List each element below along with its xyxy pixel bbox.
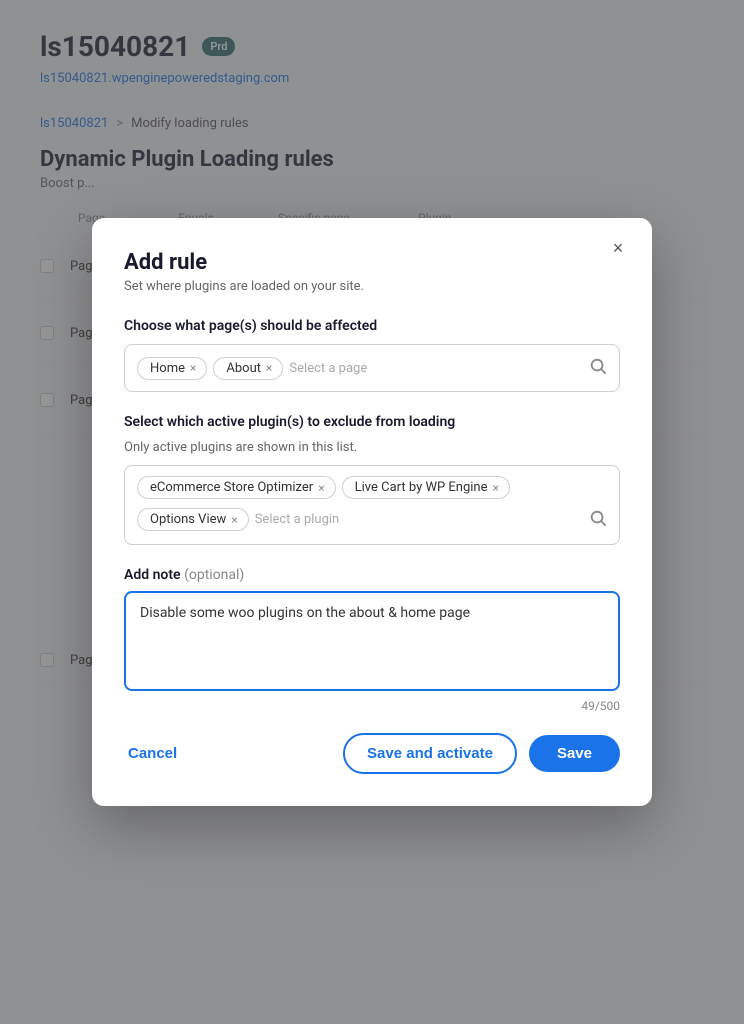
modal-title: Add rule <box>124 250 620 275</box>
modal-subtitle: Set where plugins are loaded on your sit… <box>124 279 620 294</box>
plugin-tag-options-remove[interactable]: × <box>231 514 237 526</box>
save-button[interactable]: Save <box>529 735 620 772</box>
char-count: 49/500 <box>124 699 620 713</box>
pages-search-icon[interactable] <box>589 357 607 379</box>
plugin-tag-options[interactable]: Options View × <box>137 508 249 531</box>
page-tag-about-label: About <box>226 361 261 376</box>
plugin-tag-ecommerce-label: eCommerce Store Optimizer <box>150 480 313 495</box>
page-tag-home[interactable]: Home × <box>137 357 207 380</box>
add-rule-modal: × Add rule Set where plugins are loaded … <box>92 218 652 806</box>
plugin-tags-row: eCommerce Store Optimizer × Live Cart by… <box>137 476 607 499</box>
plugin-tag-livecart-label: Live Cart by WP Engine <box>355 480 488 495</box>
plugin-tag-ecommerce-remove[interactable]: × <box>318 482 324 494</box>
plugin-search-row: Options View × Select a plugin <box>137 508 607 531</box>
plugin-tag-livecart-remove[interactable]: × <box>493 482 499 494</box>
note-optional-text: (optional) <box>184 567 244 583</box>
action-buttons: Save and activate Save <box>343 733 620 774</box>
modal-overlay: × Add rule Set where plugins are loaded … <box>0 0 744 1024</box>
pages-placeholder: Select a page <box>289 361 583 376</box>
note-section: Add note (optional) Disable some woo plu… <box>124 567 620 713</box>
modal-footer: Cancel Save and activate Save <box>124 733 620 774</box>
save-activate-button[interactable]: Save and activate <box>343 733 517 774</box>
pages-selector[interactable]: Home × About × Select a page <box>124 344 620 392</box>
page-tag-home-label: Home <box>150 361 185 376</box>
plugins-search-icon[interactable] <box>589 509 607 531</box>
plugin-tag-options-label: Options View <box>150 512 226 527</box>
pages-field-label: Choose what page(s) should be affected <box>124 318 620 334</box>
plugins-section: Select which active plugin(s) to exclude… <box>124 414 620 545</box>
page-tag-about-remove[interactable]: × <box>266 362 272 374</box>
cancel-button[interactable]: Cancel <box>124 737 181 770</box>
plugins-field-label: Select which active plugin(s) to exclude… <box>124 414 620 430</box>
page-tag-home-remove[interactable]: × <box>190 362 196 374</box>
close-button[interactable]: × <box>604 234 632 262</box>
plugin-tag-livecart[interactable]: Live Cart by WP Engine × <box>342 476 510 499</box>
plugins-placeholder: Select a plugin <box>255 512 340 527</box>
note-label-text: Add note <box>124 567 181 583</box>
plugins-desc: Only active plugins are shown in this li… <box>124 440 620 455</box>
note-textarea[interactable]: Disable some woo plugins on the about & … <box>124 591 620 691</box>
plugins-selector[interactable]: eCommerce Store Optimizer × Live Cart by… <box>124 465 620 545</box>
note-label: Add note (optional) <box>124 567 620 583</box>
page-tag-about[interactable]: About × <box>213 357 283 380</box>
plugin-tag-ecommerce[interactable]: eCommerce Store Optimizer × <box>137 476 336 499</box>
